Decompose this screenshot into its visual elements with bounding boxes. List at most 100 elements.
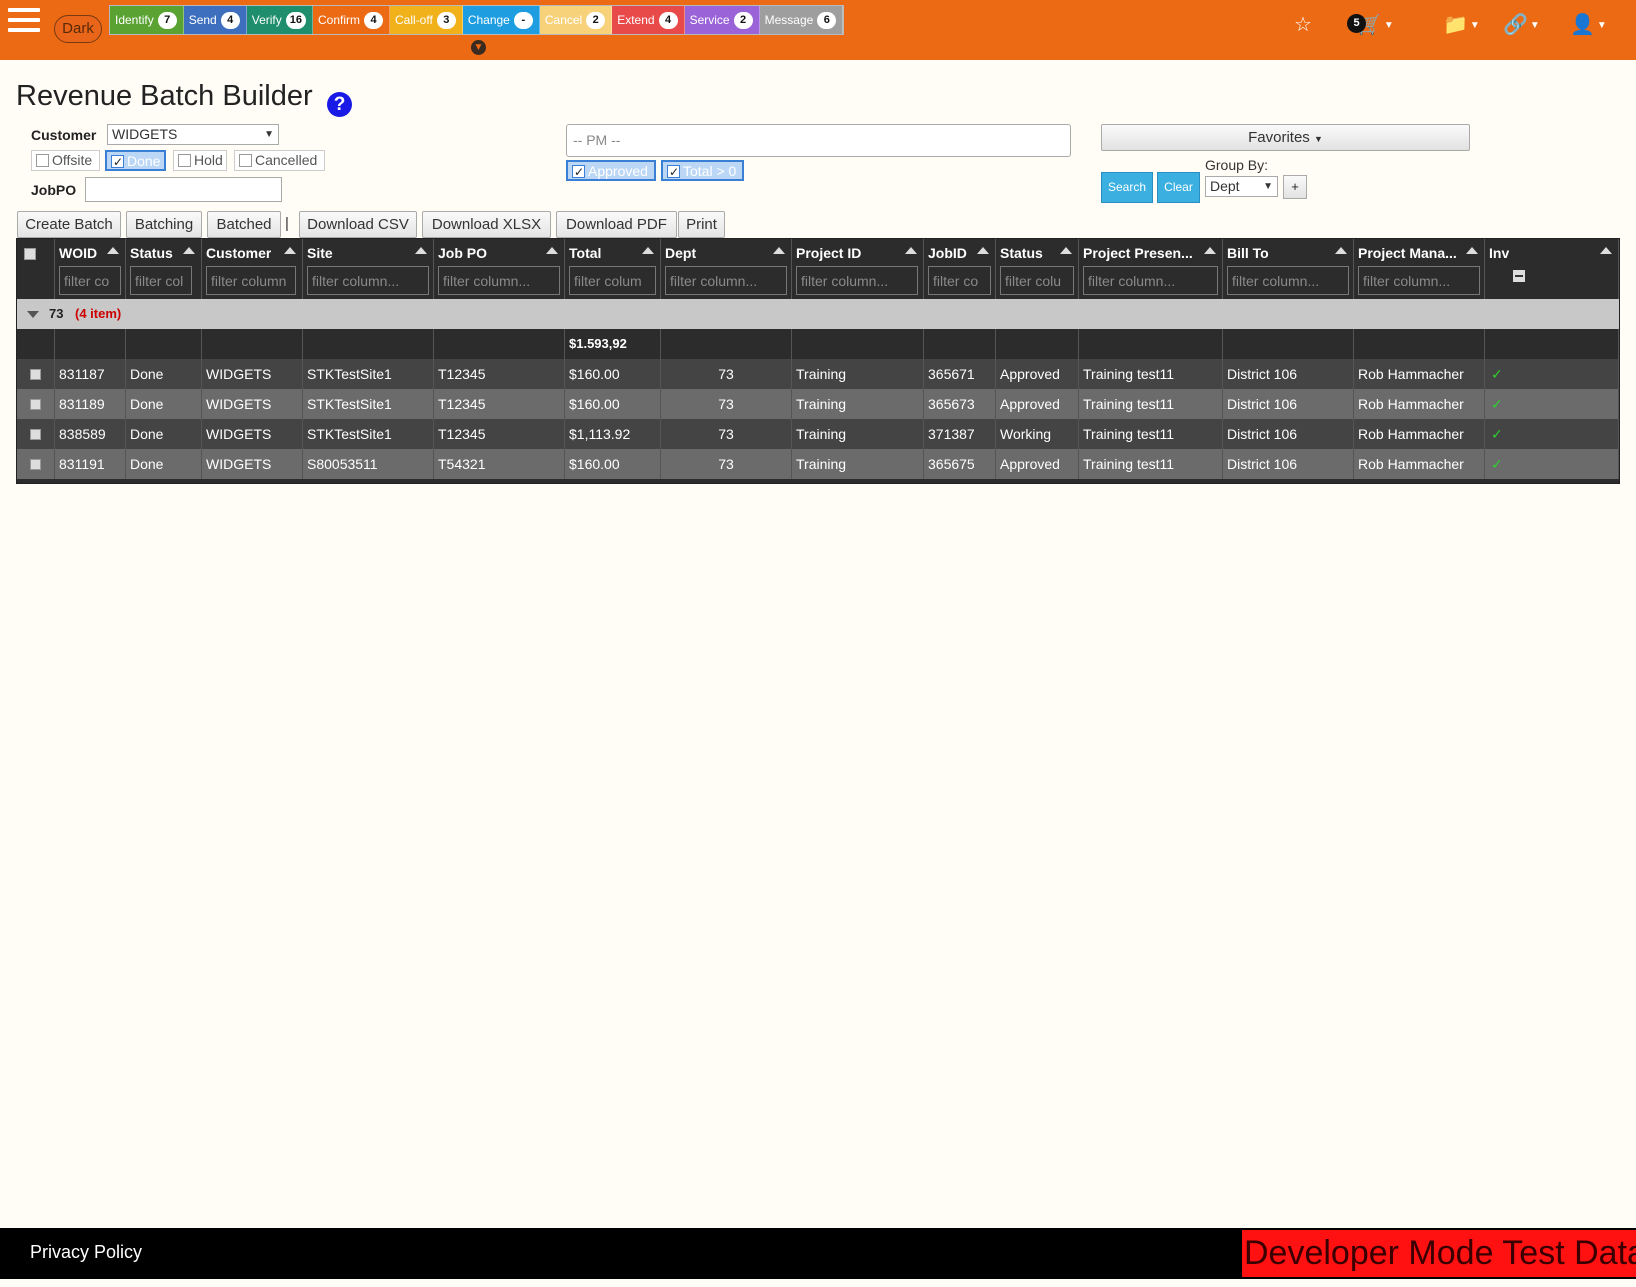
column-header-status[interactable]: Status (126, 239, 202, 299)
column-filter-input[interactable] (928, 266, 991, 295)
status-button-confirm[interactable]: Confirm 4 (313, 6, 391, 34)
column-filter-input[interactable] (206, 266, 296, 295)
table-row[interactable]: 838589 Done WIDGETS STKTestSite1 T12345 $1,11… (17, 419, 1619, 449)
menu-icon[interactable] (8, 8, 40, 36)
table-row[interactable]: 831189 Done WIDGETS STKTestSite1 T12345 $160.… (17, 389, 1619, 419)
folder-icon[interactable]: 📁 ▼ (1443, 12, 1480, 37)
table-row[interactable]: 831187 Done WIDGETS STKTestSite1 T12345 $160.… (17, 359, 1619, 389)
row-checkbox[interactable] (30, 399, 41, 410)
user-icon[interactable]: 👤 ▼ (1570, 12, 1607, 37)
status-button-change[interactable]: Change - (462, 6, 540, 34)
sort-arrow-icon[interactable] (284, 247, 296, 254)
column-filter-input[interactable] (307, 266, 429, 295)
column-header-customer[interactable]: Customer (202, 239, 303, 299)
column-header-site[interactable]: Site (303, 239, 434, 299)
column-header-bill-to[interactable]: Bill To (1223, 239, 1354, 299)
create-batch-button[interactable]: Create Batch (17, 211, 121, 238)
sort-arrow-icon[interactable] (415, 247, 427, 254)
table-cell: WIDGETS (202, 389, 303, 419)
chevron-down-icon[interactable]: ▼ (471, 40, 486, 55)
clear-button[interactable]: Clear (1157, 172, 1200, 203)
column-filter-input[interactable] (59, 266, 121, 295)
column-filter-input[interactable] (1227, 266, 1349, 295)
minus-icon[interactable] (1513, 270, 1525, 282)
group-row[interactable]: 73 (4 item) (17, 299, 1619, 329)
collapse-triangle-icon[interactable] (27, 311, 39, 318)
table-row[interactable]: 831191 Done WIDGETS S80053511 T54321 $160.00 7… (17, 449, 1619, 479)
status-button-cancel[interactable]: Cancel 2 (539, 6, 613, 34)
column-filter-input[interactable] (1000, 266, 1074, 295)
row-checkbox[interactable] (30, 459, 41, 470)
search-button[interactable]: Search (1101, 172, 1153, 203)
batched-button[interactable]: Batched (207, 211, 281, 238)
column-filter-input[interactable] (438, 266, 560, 295)
invoice-status-cell: ✓ (1485, 449, 1619, 479)
privacy-policy-link[interactable]: Privacy Policy (30, 1242, 142, 1263)
pm-select[interactable]: -- PM -- (566, 124, 1071, 157)
sort-arrow-icon[interactable] (546, 247, 558, 254)
sort-arrow-icon[interactable] (1466, 247, 1478, 254)
download-csv-button[interactable]: Download CSV (299, 211, 417, 238)
add-group-button[interactable]: + (1283, 175, 1307, 199)
hold-checkbox[interactable]: Hold (173, 150, 227, 171)
total-gt-zero-checkbox[interactable]: Total > 0 (661, 160, 744, 182)
status-button-message[interactable]: Message 6 (759, 6, 844, 34)
column-filter-input[interactable] (1083, 266, 1218, 295)
column-header-project-presen[interactable]: Project Presen... (1079, 239, 1223, 299)
column-header-inv[interactable]: Inv (1485, 239, 1619, 299)
sort-arrow-icon[interactable] (642, 247, 654, 254)
status-button-identify[interactable]: Identify 7 (110, 6, 184, 34)
status-button-send[interactable]: Send 4 (183, 6, 247, 34)
link-icon[interactable]: 🔗 ▼ (1503, 12, 1540, 37)
column-filter-input[interactable] (130, 266, 192, 295)
favorites-dropdown-button[interactable]: Favorites ▼ (1101, 124, 1470, 151)
sort-arrow-icon[interactable] (1060, 247, 1072, 254)
column-header-select[interactable] (17, 239, 55, 299)
column-header-dept[interactable]: Dept (661, 239, 792, 299)
download-xlsx-button[interactable]: Download XLSX (422, 211, 551, 238)
column-filter-input[interactable] (1358, 266, 1480, 295)
column-filter-input[interactable] (569, 266, 656, 295)
sort-arrow-icon[interactable] (107, 247, 119, 254)
column-header-project-id[interactable]: Project ID (792, 239, 924, 299)
column-header-jobid[interactable]: JobID (924, 239, 996, 299)
row-checkbox[interactable] (30, 429, 41, 440)
column-header-woid[interactable]: WOID (55, 239, 126, 299)
sort-arrow-icon[interactable] (1204, 247, 1216, 254)
column-header-total[interactable]: Total (565, 239, 661, 299)
batching-button[interactable]: Batching (126, 211, 202, 238)
select-all-checkbox[interactable] (24, 248, 36, 260)
offsite-checkbox[interactable]: Offsite (31, 150, 100, 171)
dark-mode-toggle[interactable]: Dark (54, 15, 102, 43)
print-button[interactable]: Print (678, 211, 725, 238)
approved-checkbox[interactable]: Approved (566, 160, 656, 182)
status-button-verify[interactable]: Verify 16 (246, 6, 313, 34)
column-header-project-mana[interactable]: Project Mana... (1354, 239, 1485, 299)
status-button-extend[interactable]: Extend 4 (612, 6, 685, 34)
column-filter-input[interactable] (665, 266, 787, 295)
status-button-service[interactable]: Service 2 (684, 6, 760, 34)
status-count-badge: 4 (364, 11, 384, 29)
column-header-label: Job PO (438, 245, 488, 261)
sort-arrow-icon[interactable] (977, 247, 989, 254)
download-pdf-button[interactable]: Download PDF (556, 211, 677, 238)
help-icon[interactable]: ? (327, 92, 352, 117)
done-checkbox[interactable]: Done (105, 150, 166, 172)
sort-arrow-icon[interactable] (1600, 247, 1612, 254)
column-header-status[interactable]: Status (996, 239, 1079, 299)
row-checkbox[interactable] (30, 369, 41, 380)
sort-arrow-icon[interactable] (183, 247, 195, 254)
column-header-job-po[interactable]: Job PO (434, 239, 565, 299)
cancelled-checkbox[interactable]: Cancelled (234, 150, 325, 171)
table-cell: Approved (996, 449, 1079, 479)
jobpo-input[interactable] (85, 177, 282, 202)
status-button-calloff[interactable]: Call-off 3 (390, 6, 463, 34)
sort-arrow-icon[interactable] (773, 247, 785, 254)
star-icon[interactable]: ☆ (1294, 12, 1312, 37)
group-by-select[interactable]: Dept ▼ (1205, 176, 1278, 197)
customer-select[interactable]: WIDGETS ▼ (107, 124, 279, 145)
column-filter-input[interactable] (796, 266, 918, 295)
sort-arrow-icon[interactable] (905, 247, 917, 254)
sort-arrow-icon[interactable] (1335, 247, 1347, 254)
cart-icon[interactable]: 5 🛒 ▼ (1347, 12, 1394, 37)
